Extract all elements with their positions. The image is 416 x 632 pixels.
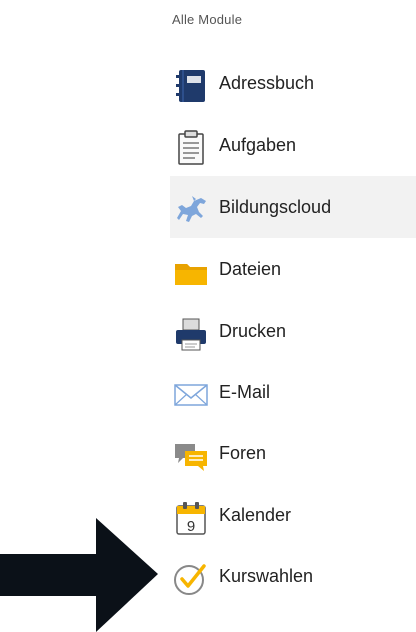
module-label: Adressbuch [219,73,315,93]
calendar-icon: 9 [173,500,209,536]
pointer-arrow-icon [0,518,160,632]
address-book-icon [173,68,209,104]
clipboard-icon [173,130,209,166]
module-item-foren[interactable]: Foren [170,422,416,484]
checkmark-circle-icon [173,561,209,597]
printer-icon [173,316,209,352]
module-label: Kalender [219,505,292,525]
module-item-kurswahlen[interactable]: Kurswahlen [170,545,416,607]
chat-bubbles-icon [173,438,209,474]
module-item-kalender[interactable]: 9 Kalender [170,484,416,546]
module-label: Aufgaben [219,135,297,155]
module-label: E-Mail [219,382,271,402]
folder-icon [173,254,209,290]
horse-icon [173,192,209,228]
module-label: Foren [219,443,267,463]
calendar-day: 9 [187,518,195,535]
module-label: Drucken [219,321,287,341]
module-item-email[interactable]: E-Mail [170,361,416,423]
envelope-icon [173,377,209,413]
module-item-aufgaben[interactable]: Aufgaben [170,114,416,176]
module-label: Dateien [219,259,282,279]
module-label: Bildungscloud [219,197,332,217]
module-item-bildungscloud[interactable]: Bildungscloud [170,176,416,238]
section-title: Alle Module [172,12,243,27]
module-label: Kurswahlen [219,566,314,586]
module-item-adressbuch[interactable]: Adressbuch [170,52,416,114]
module-item-drucken[interactable]: Drucken [170,300,416,362]
module-item-dateien[interactable]: Dateien [170,238,416,300]
